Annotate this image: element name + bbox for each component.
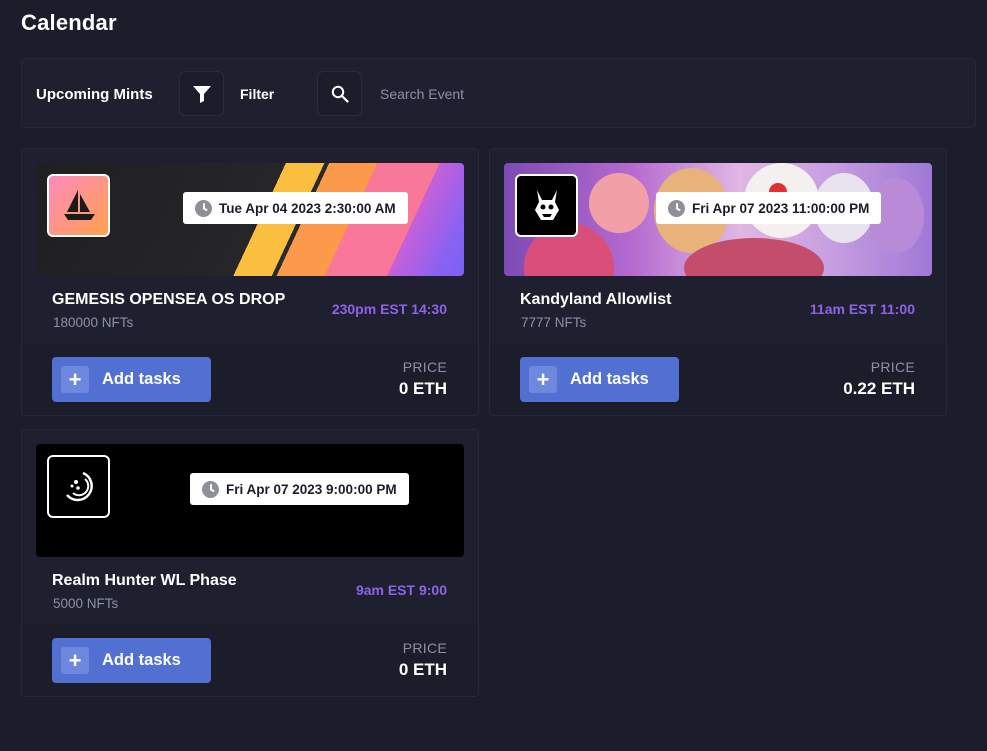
event-date: Fri Apr 07 2023 11:00:00 PM	[692, 200, 870, 216]
add-tasks-label: Add tasks	[102, 370, 181, 388]
event-date-badge: Fri Apr 07 2023 9:00:00 PM	[190, 473, 409, 505]
plus-icon: +	[61, 366, 89, 393]
event-nft-count: 180000 NFTs	[53, 315, 134, 330]
realm-hunter-emblem-icon	[65, 471, 93, 501]
event-date-badge: Tue Apr 04 2023 2:30:00 AM	[183, 192, 408, 224]
price-value: 0 ETH	[398, 660, 447, 679]
event-nft-count: 7777 NFTs	[521, 315, 587, 330]
event-logo	[47, 174, 110, 237]
event-card: Fri Apr 07 2023 9:00:00 PM Realm Hunter …	[21, 429, 479, 697]
filter-label[interactable]: Filter	[240, 86, 274, 102]
toolbar: Upcoming Mints Filter	[21, 58, 976, 128]
search-icon	[331, 85, 349, 103]
event-name: Realm Hunter WL Phase	[52, 572, 237, 589]
add-tasks-button[interactable]: + Add tasks	[520, 357, 679, 402]
clock-icon	[195, 199, 212, 217]
add-tasks-label: Add tasks	[570, 370, 649, 388]
price-label: PRICE	[402, 359, 447, 375]
opensea-ship-icon	[63, 189, 95, 220]
clock-icon	[668, 199, 685, 217]
event-logo	[515, 174, 578, 237]
price-value: 0 ETH	[398, 379, 447, 398]
event-logo	[47, 455, 110, 518]
clock-icon	[202, 480, 219, 498]
event-card: Fri Apr 07 2023 11:00:00 PM Kandyland Al…	[489, 148, 947, 416]
add-tasks-button[interactable]: + Add tasks	[52, 638, 211, 683]
price-label: PRICE	[402, 640, 447, 656]
add-tasks-button[interactable]: + Add tasks	[52, 357, 211, 402]
event-date: Tue Apr 04 2023 2:30:00 AM	[219, 200, 396, 216]
event-date-badge: Fri Apr 07 2023 11:00:00 PM	[656, 192, 882, 224]
filter-funnel-icon	[192, 85, 211, 103]
event-name: GEMESIS OPENSEA OS DROP	[52, 291, 286, 308]
plus-icon: +	[529, 366, 557, 393]
price-label: PRICE	[870, 359, 915, 375]
event-time: 11am EST 11:00	[809, 301, 915, 317]
event-card: Tue Apr 04 2023 2:30:00 AM GEMESIS OPENS…	[21, 148, 479, 416]
kandyland-rabbit-icon	[534, 189, 559, 220]
price-value: 0.22 ETH	[843, 379, 915, 398]
plus-icon: +	[61, 647, 89, 674]
event-nft-count: 5000 NFTs	[53, 596, 119, 611]
page-title: Calendar	[21, 10, 117, 35]
add-tasks-label: Add tasks	[102, 651, 181, 669]
search-input[interactable]	[372, 73, 632, 115]
event-name: Kandyland Allowlist	[520, 291, 672, 308]
event-time: 9am EST 9:00	[355, 582, 447, 598]
search-button[interactable]	[317, 71, 362, 116]
upcoming-mints-label: Upcoming Mints	[36, 86, 153, 103]
filter-button[interactable]	[179, 71, 224, 116]
event-date: Fri Apr 07 2023 9:00:00 PM	[226, 481, 397, 497]
event-time: 230pm EST 14:30	[331, 301, 447, 317]
